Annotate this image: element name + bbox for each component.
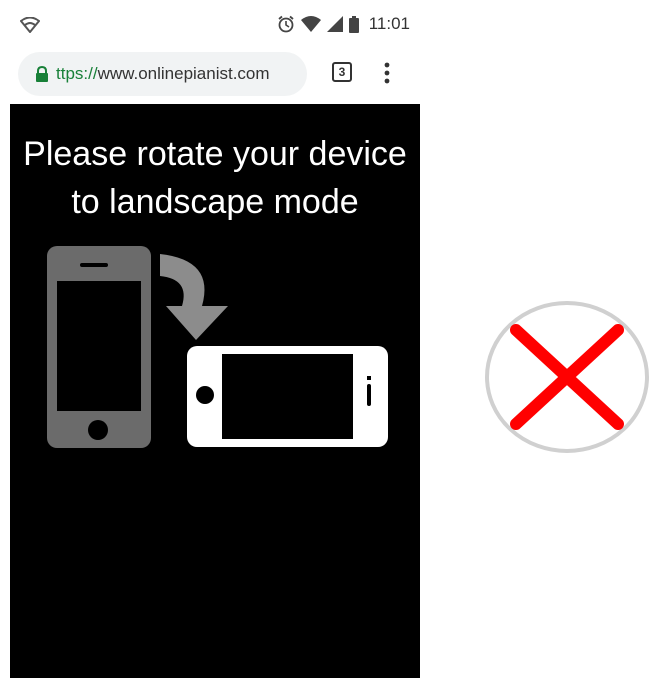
portrait-phone-icon xyxy=(47,246,151,448)
alarm-icon xyxy=(278,15,294,33)
rotate-device-illustration xyxy=(47,246,388,448)
battery-icon xyxy=(348,15,359,33)
landscape-phone-icon xyxy=(187,346,388,447)
rotate-arrow-icon xyxy=(160,254,228,340)
rotate-prompt-page: Please rotate your device to landscape m… xyxy=(10,104,420,678)
status-time: 11:01 xyxy=(368,14,410,33)
status-bar: 11:01 xyxy=(0,0,430,46)
url-bar[interactable]: ttps://www.onlinepianist.com xyxy=(18,52,307,96)
url-host: www.onlinepianist.com xyxy=(97,64,270,83)
url-scheme: ttps:// xyxy=(56,64,98,83)
close-x-icon xyxy=(485,301,649,453)
lock-icon xyxy=(36,66,48,82)
more-vert-icon[interactable] xyxy=(377,60,397,86)
wifi-icon xyxy=(300,16,321,32)
cell-signal-icon xyxy=(326,16,343,32)
tab-switcher-button[interactable]: 3 xyxy=(332,62,352,82)
url-text[interactable]: ttps://www.onlinepianist.com xyxy=(56,64,270,84)
signal-strength-icon xyxy=(20,17,40,33)
